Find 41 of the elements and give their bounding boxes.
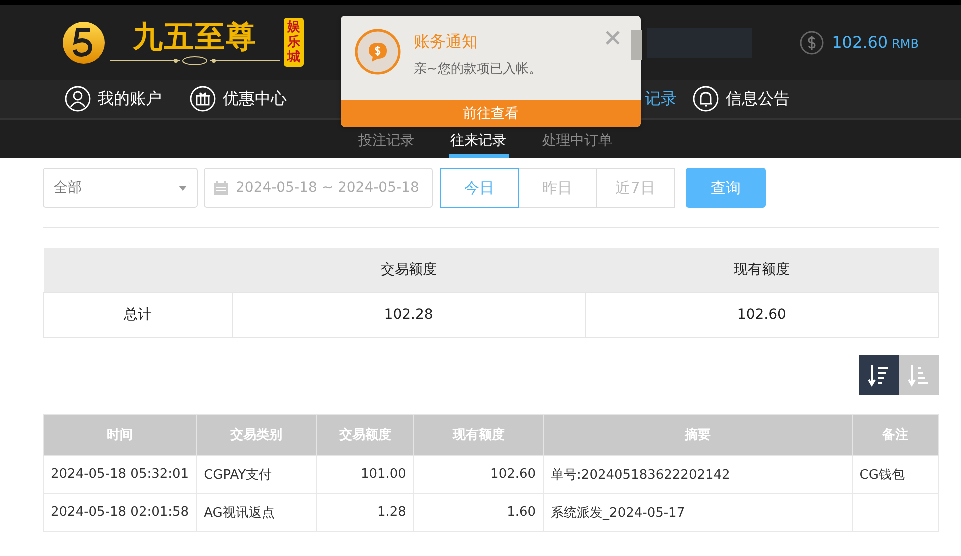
notification-message: 亲~您的款项已入帐。: [414, 61, 542, 78]
table-cell: 1.60: [414, 494, 544, 532]
sort-button[interactable]: [859, 355, 899, 395]
table-cell: 102.60: [585, 292, 938, 338]
money-chat-icon: [355, 29, 401, 75]
table-cell: 102.60: [414, 456, 544, 494]
table-cell: 单号:202405183622202142: [544, 456, 852, 494]
table-cell: CG钱包: [852, 456, 938, 494]
scrollbar-thumb: [631, 30, 642, 60]
logo-text: 九五至尊: [133, 20, 257, 56]
bell-icon: [693, 86, 719, 112]
close-icon[interactable]: [606, 31, 620, 45]
table-cell: CGPAY支付: [196, 456, 317, 494]
sub-tab[interactable]: 投注记录: [356, 128, 416, 158]
table-cell: 2024-05-18 02:01:58: [44, 494, 197, 532]
table-cell: 系统派发_2024-05-17: [544, 494, 852, 532]
type-select[interactable]: 全部: [43, 168, 198, 208]
calendar-icon: [213, 180, 229, 196]
nav-item[interactable]: 我的账户: [65, 86, 162, 112]
nav-item[interactable]: 信息公告: [693, 86, 790, 112]
table-cell: 101.00: [316, 456, 414, 494]
nav-item[interactable]: 记录: [645, 88, 677, 110]
gift-icon: [190, 86, 216, 112]
view-button[interactable]: 前往查看: [341, 100, 641, 127]
logo-emblem-icon: [62, 20, 106, 64]
balance-amount: 102.60 RMB: [832, 33, 919, 52]
table-cell: 2024-05-18 05:32:01: [44, 456, 197, 494]
nav-item[interactable]: 优惠中心: [190, 86, 287, 112]
sub-tab[interactable]: 处理中订单: [540, 128, 614, 158]
table-cell: 1.28: [316, 494, 414, 532]
table-cell: 总计: [44, 292, 232, 338]
column-header: 现有额度: [585, 248, 938, 292]
ornament-icon: [110, 56, 280, 66]
notification-title: 账务通知: [414, 32, 479, 53]
logo-badge: 娱乐城: [284, 18, 304, 67]
caret-icon: [179, 186, 187, 190]
column-header: 交易额度: [232, 248, 586, 292]
table-cell: AG视讯返点: [196, 494, 317, 532]
dollar-icon: [800, 30, 824, 54]
table-cell: 102.28: [232, 292, 586, 338]
person-icon: [65, 86, 91, 112]
